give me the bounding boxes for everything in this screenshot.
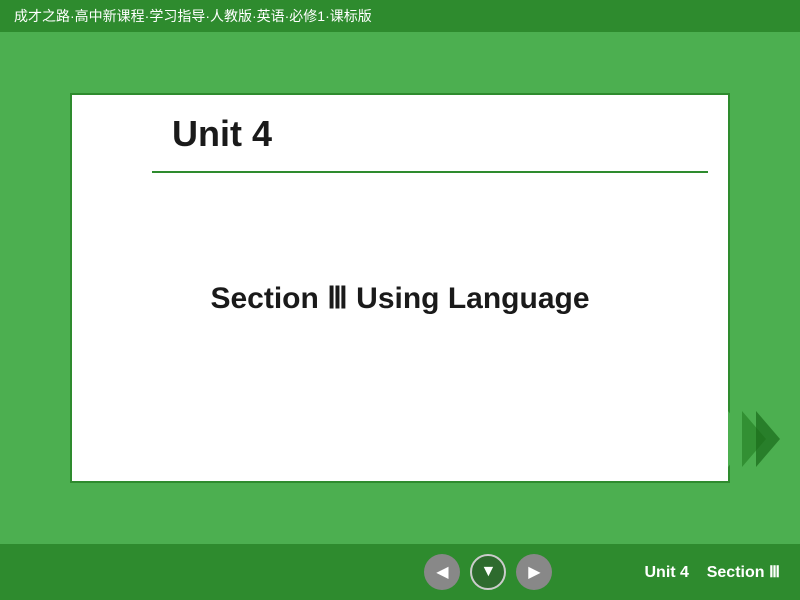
header-bar: 成才之路·高中新课程·学习指导·人教版·英语·必修1·课标版 xyxy=(0,0,800,32)
main-area: Unit 4 Section Ⅲ Using Language xyxy=(0,32,800,544)
nav-next-button[interactable]: ▶ xyxy=(516,554,552,590)
unit-label-text: Unit 4 xyxy=(172,113,272,155)
chevron-right-3 xyxy=(756,411,780,467)
unit-label-area: Unit 4 xyxy=(72,95,728,155)
app: 成才之路·高中新课程·学习指导·人教版·英语·必修1·课标版 Unit 4 xyxy=(0,0,800,600)
right-chevrons-decoration xyxy=(738,411,780,467)
nav-prev-button[interactable]: ◀ xyxy=(424,554,460,590)
content-card: Unit 4 Section Ⅲ Using Language xyxy=(70,93,730,483)
bottom-unit-label: Unit 4 xyxy=(645,564,689,581)
nav-home-button[interactable]: ▼ xyxy=(470,554,506,590)
header-title: 成才之路·高中新课程·学习指导·人教版·英语·必修1·课标版 xyxy=(14,6,372,26)
unit-label-underline xyxy=(152,171,708,173)
bottom-section-label: Section Ⅲ xyxy=(707,564,780,581)
nav-buttons: ◀ ▼ ▶ xyxy=(332,554,644,590)
bottom-bar: ◀ ▼ ▶ Unit 4 Section Ⅲ xyxy=(0,544,800,600)
bottom-info: Unit 4 Section Ⅲ xyxy=(645,562,781,582)
section-title: Section Ⅲ Using Language xyxy=(210,281,589,316)
